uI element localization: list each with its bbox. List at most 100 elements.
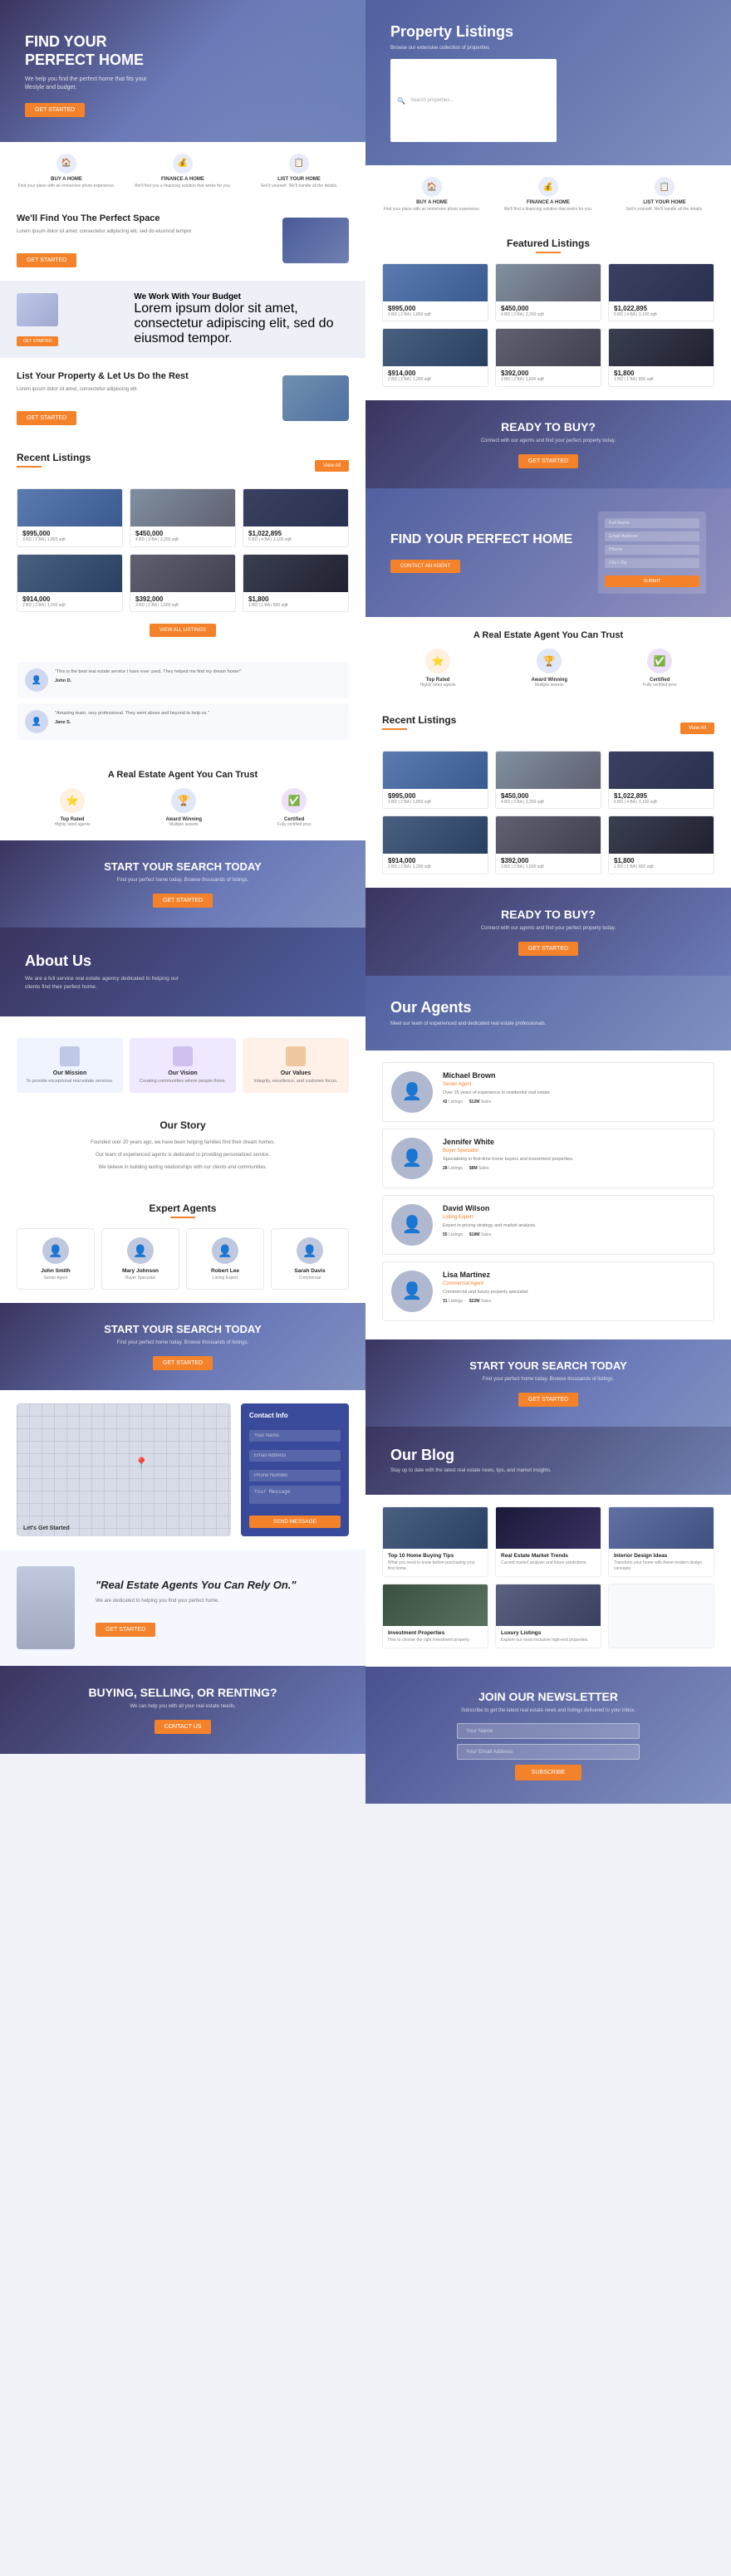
recent2-img-0 [383,752,488,789]
recent2-desc-1: 4 BD | 3 BA | 2,200 sqft [501,800,596,806]
agent-profile-desc-0: Over 15 years of experience in residenti… [443,1090,551,1096]
cta-search-button[interactable]: GET STARTED [518,1393,578,1407]
buying-cta-button[interactable]: CONTACT US [155,1720,212,1734]
find-space-title: We'll Find You The Perfect Space [17,213,272,223]
newsletter-email-input[interactable] [457,1744,640,1760]
contact-message-input[interactable] [249,1486,341,1504]
list-prop-cta[interactable]: GET STARTED [17,411,76,425]
person-cta-button[interactable]: GET STARTED [96,1623,155,1637]
budget-cta[interactable]: GET STARTED [17,336,58,346]
ready2-cta[interactable]: GET STARTED [518,942,578,956]
recent2-desc-4: 3 BD | 2 BA | 1,600 sqft [501,864,596,870]
recent2-card-5[interactable]: $1,800 1 BD | 1 BA | 800 sqft [608,815,714,874]
ready-cta-1[interactable]: GET STARTED [518,454,578,468]
recent2-view-all[interactable]: View All [680,722,714,734]
featured-price-5: $1,800 [614,370,709,377]
listing-img-3 [17,555,122,592]
testimonial-1: 👤 "Amazing team, very professional. They… [17,703,349,740]
find-name-input[interactable] [605,518,699,528]
agent-profile-title-1: Buyer Specialist [443,1148,573,1153]
agents-list-section: 👤 Michael Brown Senior Agent Over 15 yea… [366,1050,731,1339]
listing-card-5[interactable]: $1,800 1 BD | 1 BA | 800 sqft [243,554,349,613]
cta2-button[interactable]: GET STARTED [153,1356,213,1370]
newsletter-subscribe-button[interactable]: SUBSCRIBE [515,1765,581,1780]
blog-title-0: Top 10 Home Buying Tips [388,1553,483,1559]
cta-banner-2: START YOUR SEARCH TODAY Find your perfec… [0,1303,366,1390]
home-icon: 🏠 [56,154,76,174]
agent-listings-0: 42 Listings [443,1099,463,1104]
featured-card-0[interactable]: $995,000 3 BD | 2 BA | 1,850 sqft [382,263,488,322]
feature-finance: 💰 FINANCE A HOME We'll find you a financ… [125,154,241,189]
blog-desc-1: Current market analysis and future predi… [501,1560,596,1566]
agent-avatar-1: 👤 [127,1237,154,1264]
ready-banner-1: READY TO BUY? Connect with our agents an… [366,400,731,488]
cta1-button[interactable]: GET STARTED [153,894,213,908]
listing-card-1[interactable]: $450,000 4 BD | 3 BA | 2,200 sqft [130,488,236,547]
agents-title: Expert Agents [17,1202,349,1214]
view-all-button[interactable]: View All [315,460,349,472]
agent-card-3: 👤 Sarah Davis Commercial [271,1228,349,1290]
trust2-title: A Real Estate Agent You Can Trust [382,630,714,640]
prop-feature-buy-desc: Find your place with an immersive photo … [374,207,490,213]
contact-phone-input[interactable] [249,1470,341,1481]
trust-sublabel-1: Multiple awards [166,822,203,827]
listing-card-3[interactable]: $914,000 2 BD | 2 BA | 1,200 sqft [17,554,123,613]
blog-card-4[interactable]: Luxury Listings Explore our most exclusi… [495,1584,601,1648]
contact-email-input[interactable] [249,1450,341,1462]
featured-title: Featured Listings [382,238,714,249]
list-prop-desc: Lorem ipsum dolor sit amet, consectetur … [17,386,272,394]
listing-card-4[interactable]: $392,000 3 BD | 2 BA | 1,600 sqft [130,554,236,613]
listing-card-2[interactable]: $1,022,895 5 BD | 4 BA | 3,100 sqft [243,488,349,547]
recent2-card-0[interactable]: $995,000 3 BD | 2 BA | 1,850 sqft [382,751,488,810]
recent2-title: Recent Listings [382,714,456,726]
blog-card-0[interactable]: Top 10 Home Buying Tips What you need to… [382,1506,488,1577]
find-phone-input[interactable] [605,545,699,555]
hero-cta-button[interactable]: GET STARTED [25,103,85,117]
testimonial-author-0: John D. [55,678,242,683]
avatar-1: 👤 [25,710,48,733]
prop-search-bar[interactable]: 🔍 Search properties... [390,59,557,142]
agents-page-title: Our Agents [390,999,706,1016]
map-title: Let's Get Started [23,1526,70,1531]
recent2-card-4[interactable]: $392,000 3 BD | 2 BA | 1,600 sqft [495,815,601,874]
listings-grid: $995,000 3 BD | 2 BA | 1,850 sqft $450,0… [17,488,349,612]
find-space-image [282,218,349,263]
recent2-img-5 [609,816,714,854]
list-prop-title: List Your Property & Let Us Do the Rest [17,371,272,381]
budget-title: We Work With Your Budget [134,292,349,301]
find-hero-right-section: FIND YOUR PERFECT HOME CONTACT AN AGENT … [366,488,731,617]
cta-search-banner: START YOUR SEARCH TODAY Find your perfec… [366,1339,731,1427]
featured-card-5[interactable]: $1,800 1 BD | 1 BA | 800 sqft [608,328,714,387]
find-space-cta[interactable]: GET STARTED [17,253,76,267]
blog-img-2 [609,1507,714,1549]
listing-card-0[interactable]: $995,000 3 BD | 2 BA | 1,850 sqft [17,488,123,547]
listing-desc-3: 2 BD | 2 BA | 1,200 sqft [22,603,117,609]
blog-card-1[interactable]: Real Estate Market Trends Current market… [495,1506,601,1577]
recent2-card-3[interactable]: $914,000 2 BD | 2 BA | 1,200 sqft [382,815,488,874]
listings-view-all-btn[interactable]: VIEW ALL LISTINGS [150,624,216,637]
featured-price-3: $914,000 [388,370,483,377]
find-email-input[interactable] [605,531,699,541]
trust2-item-0: ⭐ Top Rated Highly rated agents [419,649,455,688]
find-city-input[interactable] [605,558,699,568]
agent-listings-1: 28 Listings [443,1166,463,1171]
find-hero-cta[interactable]: CONTACT AN AGENT [390,560,460,573]
featured-price-4: $392,000 [501,370,596,377]
blog-card-3[interactable]: Investment Properties How to choose the … [382,1584,488,1648]
featured-card-4[interactable]: $392,000 3 BD | 2 BA | 1,600 sqft [495,328,601,387]
about-title: About Us [25,953,341,970]
featured-card-1[interactable]: $450,000 4 BD | 3 BA | 2,200 sqft [495,263,601,322]
cta1-desc: Find your perfect home today. Browse tho… [17,878,349,883]
featured-card-3[interactable]: $914,000 2 BD | 2 BA | 1,200 sqft [382,328,488,387]
contact-send-button[interactable]: SEND MESSAGE [249,1516,341,1528]
blog-img-4 [496,1584,601,1626]
find-form-submit[interactable]: SUBMIT [605,575,699,587]
blog-card-2[interactable]: Interior Design Ideas Transform your hom… [608,1506,714,1577]
contact-name-input[interactable] [249,1430,341,1442]
cta-search-desc: Find your perfect home today. Browse tho… [382,1377,714,1382]
newsletter-name-input[interactable] [457,1723,640,1739]
recent2-card-2[interactable]: $1,022,895 5 BD | 4 BA | 3,100 sqft [608,751,714,810]
expert-agents-section: Expert Agents 👤 John Smith Senior Agent … [0,1189,366,1303]
recent2-card-1[interactable]: $450,000 4 BD | 3 BA | 2,200 sqft [495,751,601,810]
featured-card-2[interactable]: $1,022,895 5 BD | 4 BA | 3,100 sqft [608,263,714,322]
